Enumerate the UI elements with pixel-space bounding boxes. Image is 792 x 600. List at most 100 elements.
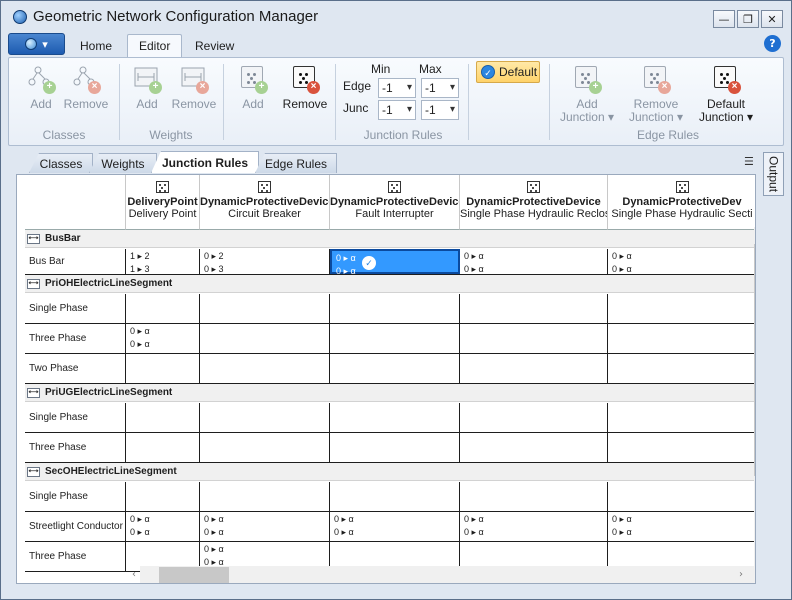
- rule-cell[interactable]: [126, 433, 200, 462]
- remove-edge-junction-button[interactable]: × Remove Junction ▾: [623, 64, 689, 124]
- junction-rule-value: 1 ▸ 3: [130, 264, 150, 274]
- rule-cell[interactable]: [330, 482, 460, 511]
- help-icon[interactable]: ?: [764, 35, 781, 52]
- rule-cell[interactable]: [200, 324, 330, 353]
- junc-min-select[interactable]: -1: [378, 100, 416, 120]
- row-label: Two Phase: [25, 354, 126, 383]
- column-header[interactable]: DynamicProtectiveDevice Fault Interrupter: [330, 175, 460, 230]
- tab-home[interactable]: Home: [69, 34, 123, 57]
- tab-review[interactable]: Review: [184, 34, 245, 57]
- rule-cell[interactable]: [608, 324, 755, 353]
- column-header[interactable]: DynamicProtectiveDevice Circuit Breaker: [200, 175, 330, 230]
- junction-rule-value: 0 ▸ α: [204, 514, 224, 524]
- group-name: BusBar: [45, 233, 81, 244]
- junction-rule-value: 0 ▸ α: [204, 544, 224, 554]
- add-class-button[interactable]: + Add: [21, 64, 61, 111]
- rule-cell[interactable]: [330, 354, 460, 383]
- rule-cell[interactable]: [460, 403, 608, 432]
- rule-cell[interactable]: [126, 294, 200, 323]
- add-edge-junction-button[interactable]: + Add Junction ▾: [559, 64, 615, 124]
- rule-cell[interactable]: [200, 294, 330, 323]
- rule-cell[interactable]: [608, 433, 755, 462]
- rule-cell-selected[interactable]: ✓ 0 ▸ α0 ▸ α: [330, 249, 460, 276]
- vertical-scroll-thumb[interactable]: [754, 244, 755, 476]
- maximize-button[interactable]: ❐: [737, 10, 759, 28]
- close-button[interactable]: ✕: [761, 10, 783, 28]
- default-label: Default: [499, 65, 538, 79]
- edge-max-select[interactable]: -1: [421, 78, 459, 98]
- rule-cell[interactable]: [200, 433, 330, 462]
- junction-icon: [527, 181, 540, 193]
- rule-cell[interactable]: [330, 324, 460, 353]
- table-row: Two Phase: [25, 354, 755, 384]
- tab-classes[interactable]: Classes: [29, 153, 93, 173]
- junction-rule-value: 0 ▸ α: [334, 514, 354, 524]
- rule-cell[interactable]: 0 ▸ α 0 ▸ α: [460, 512, 608, 541]
- edge-min-select[interactable]: -1: [378, 78, 416, 98]
- rule-cell[interactable]: 0 ▸ α 0 ▸ α: [460, 249, 608, 274]
- scroll-left-arrow-icon[interactable]: ‹: [132, 569, 136, 580]
- rule-cell[interactable]: 1 ▸ 2 1 ▸ 3: [126, 249, 200, 274]
- group-row[interactable]: ⟷ BusBar: [25, 230, 755, 248]
- horizontal-scroll-thumb[interactable]: [159, 567, 229, 583]
- rule-cell[interactable]: [126, 403, 200, 432]
- application-menu-button[interactable]: ▾: [8, 33, 65, 55]
- junction-rule-value: 0 ▸ 3: [204, 264, 224, 274]
- junc-max-select[interactable]: -1: [421, 100, 459, 120]
- rule-cell[interactable]: 0 ▸ α 0 ▸ α: [126, 324, 200, 353]
- rule-cell[interactable]: 0 ▸ α 0 ▸ α: [608, 249, 755, 274]
- rule-cell[interactable]: [460, 354, 608, 383]
- column-header-corner: [25, 175, 126, 230]
- default-button[interactable]: ✓ Default: [476, 61, 540, 83]
- rule-cell[interactable]: [200, 403, 330, 432]
- tab-editor[interactable]: Editor: [127, 34, 183, 57]
- default-edge-junction-button[interactable]: × Default Junction ▾: [693, 64, 759, 124]
- row-label: Single Phase: [25, 403, 126, 432]
- rule-cell[interactable]: [608, 294, 755, 323]
- rule-cell[interactable]: 0 ▸ α 0 ▸ α: [200, 512, 330, 541]
- rule-cell[interactable]: [330, 433, 460, 462]
- group-row[interactable]: ⟷ SecOHElectricLineSegment: [25, 463, 755, 481]
- rule-cell[interactable]: 0 ▸ α 0 ▸ α: [608, 512, 755, 541]
- remove-junction-button[interactable]: × Remove: [281, 64, 329, 111]
- minimize-button[interactable]: —: [713, 10, 735, 28]
- junc-label: Junc: [343, 101, 369, 115]
- add-edge-junction-label-2: Junction: [559, 110, 605, 124]
- tab-list-menu-icon[interactable]: ☰: [744, 155, 754, 168]
- weights-group-label: Weights: [149, 128, 193, 142]
- group-row[interactable]: ⟷ PriOHElectricLineSegment: [25, 275, 755, 293]
- horizontal-scrollbar[interactable]: [140, 566, 755, 583]
- remove-weight-button[interactable]: × Remove: [171, 64, 217, 111]
- rule-cell[interactable]: [608, 354, 755, 383]
- column-header[interactable]: DynamicProtectiveDevice Single Phase Hydr…: [460, 175, 608, 230]
- rule-cell[interactable]: [330, 294, 460, 323]
- rule-cell[interactable]: [460, 324, 608, 353]
- rule-cell[interactable]: [608, 403, 755, 432]
- junction-rule-value: 0 ▸ α: [130, 527, 150, 537]
- rule-cell[interactable]: [608, 482, 755, 511]
- rule-cell[interactable]: 0 ▸ 2 0 ▸ 3: [200, 249, 330, 274]
- tab-junction-rules[interactable]: Junction Rules: [151, 151, 259, 173]
- rule-cell[interactable]: [460, 294, 608, 323]
- rule-cell[interactable]: [460, 433, 608, 462]
- rule-cell[interactable]: 0 ▸ α 0 ▸ α: [330, 512, 460, 541]
- column-header[interactable]: DeliveryPoint Delivery Point: [126, 175, 200, 230]
- output-panel-tab[interactable]: Output: [763, 152, 784, 196]
- rule-cell[interactable]: [460, 482, 608, 511]
- rule-cell[interactable]: [200, 354, 330, 383]
- tab-edge-rules[interactable]: Edge Rules: [255, 153, 337, 173]
- add-weight-button[interactable]: + Add: [129, 64, 165, 111]
- rule-cell[interactable]: [200, 482, 330, 511]
- rule-cell[interactable]: [330, 403, 460, 432]
- rule-cell[interactable]: [126, 354, 200, 383]
- remove-class-button[interactable]: × Remove: [63, 64, 109, 111]
- add-junction-button[interactable]: + Add: [235, 64, 271, 111]
- rule-cell[interactable]: [126, 482, 200, 511]
- classes-group: + Add × Remove Classes: [9, 58, 119, 145]
- scroll-right-arrow-icon[interactable]: ›: [739, 569, 743, 580]
- column-header[interactable]: DynamicProtectiveDev Single Phase Hydraul…: [608, 175, 755, 230]
- tab-weights[interactable]: Weights: [89, 153, 157, 173]
- junction-rule-value: 0 ▸ α: [336, 253, 356, 263]
- group-row[interactable]: ⟷ PriUGElectricLineSegment: [25, 384, 755, 402]
- rule-cell[interactable]: 0 ▸ α 0 ▸ α: [126, 512, 200, 541]
